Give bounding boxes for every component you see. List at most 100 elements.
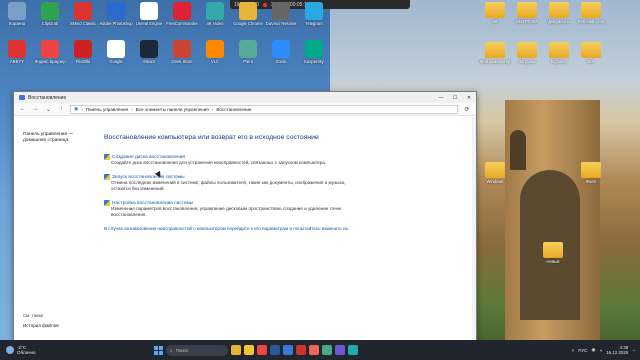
control-panel-home-link[interactable]: Панель управления — домашняя страница (23, 132, 94, 144)
app-icon[interactable] (335, 345, 345, 355)
desktop-folder[interactable]: Загрузки (510, 42, 544, 64)
network-icon[interactable]: ◉ (591, 347, 595, 353)
folder-label: Рабочий стол (577, 19, 605, 24)
shield-icon (104, 174, 110, 180)
folder-icon: ▣ (74, 106, 79, 111)
maximize-button[interactable]: ☐ (448, 95, 462, 101)
desktop-shortcut[interactable]: Kaspersky (297, 40, 331, 64)
shortcut-label: ClipGrab (41, 21, 59, 26)
desktop-shortcut[interactable]: 4K Video (198, 2, 232, 26)
reset-help-link[interactable]: В случае возникновения неисправностей с … (104, 226, 354, 232)
taskbar-apps: ⌕ Поиск (154, 344, 358, 356)
desktop-shortcut[interactable]: ABBYY (0, 40, 34, 64)
desktop-folder[interactable]: ett (478, 2, 512, 24)
breadcrumb-item[interactable]: Все элементы панели управления (136, 107, 209, 112)
folder-label: Новый (546, 259, 560, 264)
chevron-up-icon[interactable]: ˄ (572, 348, 575, 353)
chevron-down-icon[interactable]: ⌄ (44, 106, 53, 113)
shortcut-label: Яндекс Браузер (34, 59, 66, 64)
folder-label: Бот (587, 59, 595, 64)
store-icon[interactable] (283, 345, 293, 355)
scrollbar[interactable] (472, 117, 476, 341)
app-icon (41, 2, 59, 20)
language-indicator[interactable]: РУС (578, 348, 587, 353)
navigation-bar: ← → ⌄ ↑ ▣ › Панель управления › Все элем… (14, 103, 476, 116)
folder-label: ett (492, 19, 498, 24)
desktop-folder[interactable]: Новый (536, 242, 570, 264)
app-icon (173, 40, 191, 58)
chrome-icon[interactable] (257, 345, 267, 355)
back-arrow-icon[interactable]: ← (18, 106, 27, 112)
desktop-shortcut[interactable]: Google Chrome (231, 2, 265, 26)
app-icon[interactable] (322, 345, 332, 355)
notification-bell-icon[interactable]: ◔ (632, 348, 635, 353)
forward-arrow-icon[interactable]: → (31, 106, 40, 112)
app-icon (140, 40, 158, 58)
option-description: Изменение параметров восстановления, упр… (111, 206, 342, 217)
file-history-link[interactable]: История файлов (23, 323, 59, 329)
address-bar[interactable]: ▣ › Панель управления › Все элементы пан… (70, 104, 458, 114)
app-icon (8, 40, 26, 58)
desktop-folder[interactable]: Windows (478, 162, 512, 184)
folder-icon (549, 2, 569, 18)
desktop-shortcut[interactable]: ClipGrab (33, 2, 67, 26)
up-arrow-icon[interactable]: ↑ (57, 106, 66, 112)
desktop-shortcut[interactable]: Корзина (0, 2, 34, 26)
minimize-button[interactable]: — (434, 95, 448, 101)
recovery-window: Восстановление — ☐ ✕ ← → ⌄ ↑ ▣ › Панель … (13, 91, 477, 342)
desktop-shortcut[interactable]: Zoom (264, 40, 298, 64)
desktop-folder[interactable]: Документы (542, 2, 576, 24)
app-icon[interactable] (309, 345, 319, 355)
shield-icon (104, 200, 110, 206)
desktop-shortcut[interactable]: Paint (231, 40, 265, 64)
start-button[interactable] (154, 345, 163, 355)
clock[interactable]: 4:38 16.12.2025 (606, 345, 628, 356)
shortcut-label: DaVinci Resolve (265, 21, 297, 26)
app-icon (41, 40, 59, 58)
desktop-shortcut[interactable]: VLC (198, 40, 232, 64)
folder-label: Документы (548, 19, 570, 24)
volume-icon[interactable]: ◖ (599, 348, 602, 353)
desktop-shortcut[interactable]: Unreal Engine (132, 2, 166, 26)
app-icon (107, 2, 125, 20)
desktop-shortcut[interactable]: FreeCommander (165, 2, 199, 26)
desktop-folder[interactable]: Мой компьютер (478, 42, 512, 64)
desktop-shortcut[interactable]: Яндекс Браузер (33, 40, 67, 64)
desktop-folder[interactable]: ВЫГРУЗКА (510, 2, 544, 24)
app-icon (8, 2, 26, 20)
weather-widget[interactable]: -2°C Облачно (0, 345, 150, 355)
desktop-shortcut[interactable]: Telegram (297, 2, 331, 26)
refresh-icon[interactable]: ⟳ (462, 106, 472, 113)
breadcrumb-item[interactable]: Панель управления (86, 107, 128, 112)
desktop-shortcut[interactable]: Steam (132, 40, 166, 64)
desktop-shortcut[interactable]: Google (99, 40, 133, 64)
desktop-shortcut[interactable]: DaVinci Resolve (264, 2, 298, 26)
desktop-folder[interactable]: bigfolder (542, 42, 576, 64)
explorer-icon[interactable] (244, 345, 254, 355)
desktop-folder[interactable]: Файл (574, 162, 608, 184)
taskbar-search[interactable]: ⌕ Поиск (166, 344, 228, 356)
app-icon (305, 40, 323, 58)
breadcrumb-item[interactable]: Восстановление (216, 107, 251, 112)
desktop-shortcut[interactable]: FileZilla (66, 40, 100, 64)
task-view-icon[interactable] (231, 345, 241, 355)
shortcut-label: Paint (243, 59, 253, 64)
app-icon[interactable] (348, 345, 358, 355)
word-icon[interactable] (270, 345, 280, 355)
desktop-folder[interactable]: Бот (574, 42, 608, 64)
recovery-option: Настройка восстановления системы Изменен… (104, 200, 476, 218)
close-button[interactable]: ✕ (462, 95, 476, 101)
desktop-shortcut[interactable]: Geek Store (165, 40, 199, 64)
desktop-folder[interactable]: Рабочий стол (574, 2, 608, 24)
shortcut-label: ABBYY (10, 59, 24, 64)
app-icon (272, 40, 290, 58)
folder-icon (549, 42, 569, 58)
window-titlebar[interactable]: Восстановление — ☐ ✕ (14, 92, 476, 103)
app-icon[interactable] (296, 345, 306, 355)
shortcut-label: Unreal Engine (135, 21, 163, 26)
desktop-shortcut[interactable]: XMind Classic (66, 2, 100, 26)
shortcut-label: 4K Video (206, 21, 224, 26)
folder-icon (485, 162, 505, 178)
folder-label: Мой компьютер (479, 59, 511, 64)
desktop-shortcut[interactable]: Adobe Photoshop (99, 2, 133, 26)
